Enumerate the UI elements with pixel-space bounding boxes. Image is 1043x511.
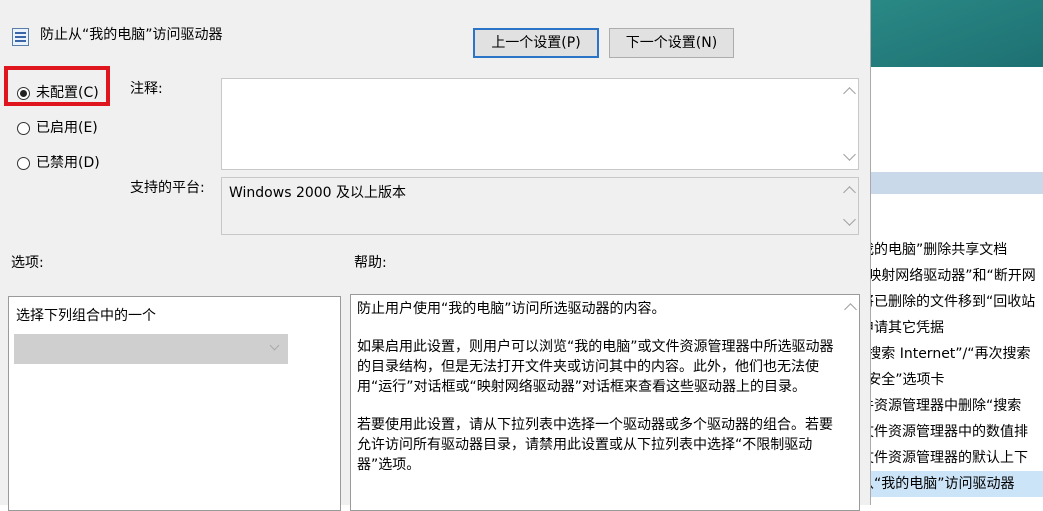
list-header-band	[866, 172, 1043, 194]
platform-value: Windows 2000 及以上版本	[229, 185, 407, 201]
help-panel: 防止用户使用“我的电脑”访问所选驱动器的内容。 如果启用此设置，则用户可以浏览“…	[350, 294, 860, 511]
scroll-up-icon[interactable]	[843, 186, 856, 199]
scroll-down-icon[interactable]	[843, 148, 856, 161]
help-paragraph: 防止用户使用“我的电脑”访问所选驱动器的内容。	[357, 301, 666, 317]
radio-label: 已启用(E)	[36, 120, 98, 136]
list-item[interactable]: 将已删除的文件移到“回收站	[866, 289, 1043, 315]
radio-enabled[interactable]: 已启用(E)	[17, 118, 98, 138]
policy-setting-icon	[12, 28, 29, 46]
options-instruction: 选择下列组合中的一个	[16, 308, 156, 324]
comment-label: 注释:	[130, 81, 163, 97]
policy-settings-dialog: 防止从“我的电脑”访问驱动器 上一个设置(P) 下一个设置(N) 未配置(C) …	[0, 0, 871, 511]
comment-textarea[interactable]	[221, 78, 859, 170]
scroll-down-icon[interactable]	[843, 213, 856, 226]
list-item[interactable]: 件资源管理器中删除“搜索	[866, 393, 1043, 419]
list-item[interactable]: “映射网络驱动器”和“断开网	[866, 263, 1043, 289]
list-item[interactable]: “搜索 Internet”/“再次搜索	[866, 341, 1043, 367]
scroll-up-icon[interactable]	[843, 87, 856, 100]
platform-scrollbar[interactable]	[841, 178, 858, 234]
previous-setting-button[interactable]: 上一个设置(P)	[473, 28, 599, 58]
radio-disabled[interactable]: 已禁用(D)	[17, 153, 100, 173]
drive-restriction-dropdown[interactable]	[14, 334, 288, 364]
list-item[interactable]: 申请其它凭据	[866, 315, 1043, 341]
background-policy-list-window: 我的电脑”删除共享文档 “映射网络驱动器”和“断开网 将已删除的文件移到“回收站…	[866, 67, 1043, 505]
help-text: 防止用户使用“我的电脑”访问所选驱动器的内容。 如果启用此设置，则用户可以浏览“…	[357, 299, 837, 493]
list-item[interactable]: 文件资源管理器中的数值排	[866, 419, 1043, 445]
list-item[interactable]: 我的电脑”删除共享文档	[866, 237, 1043, 263]
help-label: 帮助:	[354, 255, 387, 271]
radio-label: 已禁用(D)	[36, 155, 100, 171]
help-paragraph: 若要使用此设置，请从下拉列表中选择一个驱动器或多个驱动器的组合。若要允许访问所有…	[357, 417, 833, 473]
list-item-selected[interactable]: 从“我的电脑”访问驱动器	[866, 471, 1043, 497]
platform-field: Windows 2000 及以上版本	[221, 177, 859, 235]
platform-label: 支持的平台:	[130, 180, 205, 196]
annotation-highlight-box	[4, 66, 110, 106]
comment-scrollbar[interactable]	[841, 79, 858, 169]
policy-list: 我的电脑”删除共享文档 “映射网络驱动器”和“断开网 将已删除的文件移到“回收站…	[866, 237, 1043, 497]
scroll-up-icon[interactable]	[844, 303, 857, 316]
radio-dot	[17, 156, 30, 170]
radio-dot	[17, 121, 30, 135]
options-panel: 选择下列组合中的一个	[8, 296, 341, 511]
next-setting-button[interactable]: 下一个设置(N)	[609, 28, 734, 58]
help-scrollbar[interactable]	[842, 295, 859, 510]
list-item[interactable]: 文件资源管理器的默认上下	[866, 445, 1043, 471]
options-label: 选项:	[11, 255, 44, 271]
dialog-title: 防止从“我的电脑”访问驱动器	[40, 27, 223, 43]
list-item[interactable]: “安全”选项卡	[866, 367, 1043, 393]
help-paragraph: 如果启用此设置，则用户可以浏览“我的电脑”或文件资源管理器中所选驱动器的目录结构…	[357, 339, 834, 395]
chevron-down-icon	[269, 340, 280, 351]
